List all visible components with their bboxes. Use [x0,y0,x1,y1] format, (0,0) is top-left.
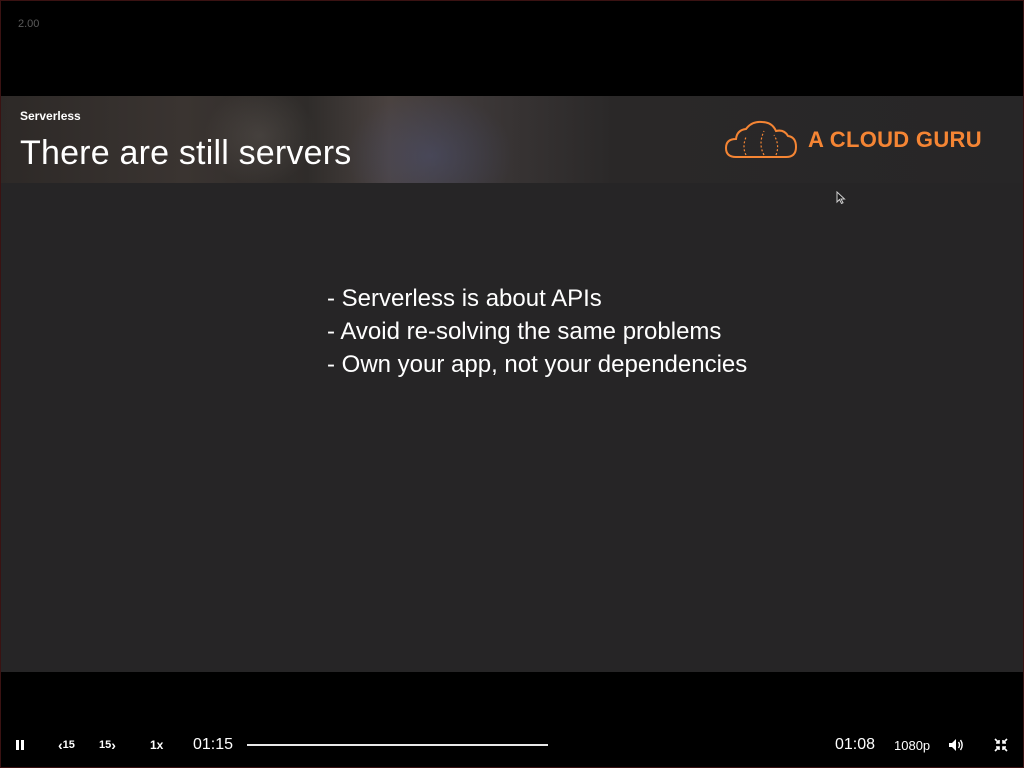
section-label: Serverless [20,109,81,123]
volume-button[interactable] [948,728,964,762]
exit-fullscreen-icon [994,738,1008,752]
skip-forward-button[interactable]: 15 › [99,728,116,762]
video-slide[interactable]: Serverless There are still servers A CLO… [0,96,1024,672]
slide-title: There are still servers [20,134,352,172]
progress-fill [247,744,548,746]
elapsed-time: 01:15 [193,736,234,753]
brand-logo: A CLOUD GURU [724,118,982,162]
player-controls: ‹ 15 15 › 1x 01:15 01:08 1080p [0,728,1024,762]
pause-button[interactable] [14,728,26,762]
speaker-icon [949,739,963,751]
version-label: 2.00 [18,18,40,30]
bullet-list: - Serverless is about APIs - Avoid re-so… [327,282,747,381]
bullet-item: - Avoid re-solving the same problems [327,318,722,345]
progress-bar[interactable] [247,744,548,746]
chevron-right-icon: › [111,737,116,753]
bullet-item: - Serverless is about APIs [327,285,602,312]
pause-icon [16,740,24,750]
remaining-time: 01:08 [835,736,876,753]
skip-back-button[interactable]: ‹ 15 [58,728,75,762]
exit-fullscreen-button[interactable] [994,728,1008,762]
cloud-icon [724,120,798,158]
brand-text: A CLOUD GURU [808,127,982,152]
skip-back-label: 15 [62,739,75,751]
slide-header: Serverless There are still servers A CLO… [0,96,1024,183]
mouse-pointer-icon [836,191,846,205]
playback-speed-button[interactable]: 1x [150,728,163,762]
skip-forward-label: 15 [99,739,112,751]
bullet-item: - Own your app, not your dependencies [327,351,748,378]
quality-button[interactable]: 1080p [894,728,930,762]
